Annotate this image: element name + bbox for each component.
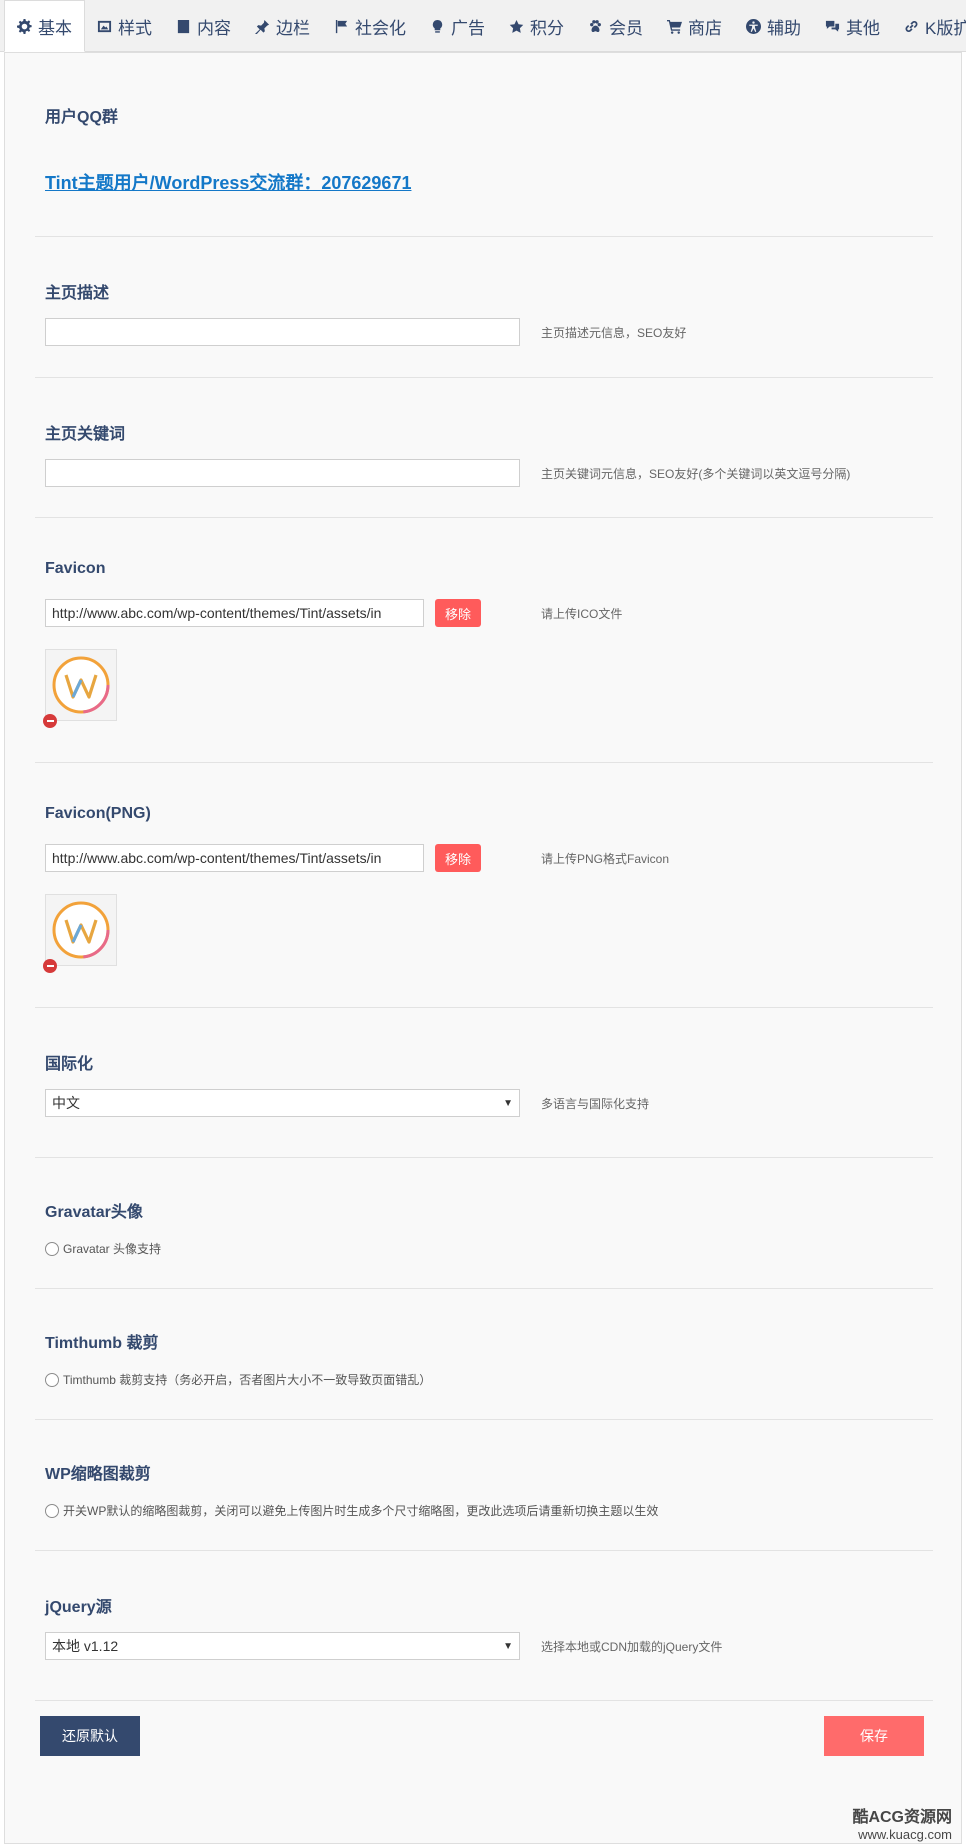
chat-icon (825, 20, 840, 32)
tab-ads[interactable]: 广告 (418, 0, 497, 52)
tab-content[interactable]: 内容 (164, 0, 243, 52)
help-text: 请上传ICO文件 (541, 607, 623, 621)
section-favicon-png: Favicon(PNG) 移除 请上传PNG格式Favicon (35, 763, 933, 1008)
tab-label: 样式 (118, 18, 152, 38)
wordpress-logo-icon (52, 656, 110, 714)
wp-thumbnail-toggle[interactable]: 开关WP默认的缩略图裁剪，关闭可以避免上传图片时生成多个尺寸缩略图，更改此选项后… (45, 1502, 658, 1519)
section-i18n: 国际化 中文 ▼ 多语言与国际化支持 (35, 1008, 933, 1158)
paw-icon (590, 19, 601, 32)
lightbulb-icon (432, 19, 443, 33)
favicon-png-preview (43, 894, 117, 973)
save-button[interactable]: 保存 (824, 1716, 924, 1756)
dropdown-arrow-icon: ▼ (503, 1097, 513, 1109)
favicon-url-input[interactable] (45, 599, 424, 627)
radio-button[interactable] (45, 1503, 59, 1518)
remove-image-icon[interactable] (43, 959, 57, 973)
tab-label: 积分 (530, 18, 564, 38)
gravatar-toggle[interactable]: Gravatar 头像支持 (45, 1240, 161, 1257)
image-icon (97, 20, 112, 32)
tab-assist[interactable]: 辅助 (734, 0, 813, 52)
link-icon (905, 20, 918, 32)
section-title: 主页描述 (45, 285, 110, 302)
favicon-preview (43, 649, 117, 728)
tab-basic[interactable]: 基本 (4, 0, 85, 52)
tab-label: 辅助 (767, 18, 801, 38)
section-gravatar: Gravatar头像 Gravatar 头像支持 (35, 1158, 933, 1289)
flag-icon (335, 19, 348, 33)
jquery-source-select[interactable]: 本地 v1.12 ▼ (45, 1632, 520, 1660)
tab-bar: 基本 样式 内容 边栏 社会化 广告 积分 会员 商店 辅助 其他 K版扩 (0, 0, 966, 52)
tab-label: 边栏 (276, 18, 310, 38)
tab-label: 其他 (846, 18, 880, 38)
select-value: 中文 (52, 1095, 80, 1111)
tab-k-extension[interactable]: K版扩展 (892, 0, 966, 52)
language-select[interactable]: 中文 ▼ (45, 1089, 520, 1117)
section-title: Gravatar头像 (45, 1204, 143, 1221)
gear-icon (17, 18, 32, 34)
tab-label: 广告 (451, 18, 485, 38)
home-description-input[interactable] (45, 318, 520, 346)
section-favicon: Favicon 移除 请上传ICO文件 (35, 518, 933, 763)
help-text: 主页描述元信息，SEO友好 (541, 326, 687, 340)
section-title: Favicon (45, 560, 106, 577)
radio-button[interactable] (45, 1372, 59, 1387)
dropdown-arrow-icon: ▼ (503, 1640, 513, 1652)
star-icon (509, 19, 524, 33)
timthumb-toggle[interactable]: Timthumb 裁剪支持（务必开启，否者图片大小不一致导致页面错乱） (45, 1371, 431, 1388)
tab-members[interactable]: 会员 (576, 0, 655, 52)
option-label: Gravatar 头像支持 (63, 1242, 162, 1256)
remove-image-icon[interactable] (43, 714, 57, 728)
section-title: Favicon(PNG) (45, 805, 151, 822)
favicon-png-remove-button[interactable]: 移除 (435, 844, 481, 872)
section-qq-group: 用户QQ群 Tint主题用户/WordPress交流群：207629671 (35, 53, 933, 237)
cart-icon (667, 19, 682, 34)
section-title: WP缩略图裁剪 (45, 1466, 151, 1483)
qq-group-link[interactable]: Tint主题用户/WordPress交流群：207629671 (45, 169, 411, 195)
section-title: 主页关键词 (45, 426, 126, 443)
tab-label: 会员 (609, 18, 643, 38)
reset-defaults-button[interactable]: 还原默认 (40, 1716, 140, 1756)
option-label: 开关WP默认的缩略图裁剪，关闭可以避免上传图片时生成多个尺寸缩略图，更改此选项后… (63, 1504, 659, 1518)
tab-points[interactable]: 积分 (497, 0, 576, 52)
accessibility-icon (746, 18, 761, 34)
watermark-url: www.kuacg.com (858, 1827, 952, 1842)
tab-label: 商店 (688, 18, 722, 38)
pin-icon (255, 19, 270, 34)
section-home-description: 主页描述 主页描述元信息，SEO友好 (35, 237, 933, 378)
watermark-title: 酷ACG资源网 (852, 1809, 952, 1826)
help-text: 选择本地或CDN加载的jQuery文件 (541, 1640, 723, 1654)
help-text: 多语言与国际化支持 (541, 1097, 650, 1111)
help-text: 主页关键词元信息，SEO友好(多个关键词以英文逗号分隔) (541, 467, 851, 481)
wordpress-logo-icon (52, 901, 110, 959)
tab-other[interactable]: 其他 (813, 0, 892, 52)
section-timthumb: Timthumb 裁剪 Timthumb 裁剪支持（务必开启，否者图片大小不一致… (35, 1289, 933, 1420)
section-title: 用户QQ群 (45, 109, 118, 126)
favicon-remove-button[interactable]: 移除 (435, 599, 481, 627)
tab-label: K版扩展 (925, 18, 966, 38)
home-keywords-input[interactable] (45, 459, 520, 487)
site-watermark: 酷ACG资源网 www.kuacg.com (852, 1803, 952, 1842)
help-text: 请上传PNG格式Favicon (541, 852, 670, 866)
section-wp-thumbnail: WP缩略图裁剪 开关WP默认的缩略图裁剪，关闭可以避免上传图片时生成多个尺寸缩略… (35, 1420, 933, 1551)
settings-panel: 用户QQ群 Tint主题用户/WordPress交流群：207629671 主页… (4, 52, 962, 1844)
tab-social[interactable]: 社会化 (322, 0, 418, 52)
section-jquery: jQuery源 本地 v1.12 ▼ 选择本地或CDN加载的jQuery文件 (35, 1551, 933, 1701)
document-icon (177, 19, 190, 33)
section-title: jQuery源 (45, 1599, 112, 1616)
tab-style[interactable]: 样式 (85, 0, 164, 52)
tab-label: 基本 (38, 18, 72, 38)
tab-label: 社会化 (355, 18, 406, 38)
radio-button[interactable] (45, 1241, 59, 1256)
tab-shop[interactable]: 商店 (655, 0, 734, 52)
tab-label: 内容 (197, 18, 231, 38)
select-value: 本地 v1.12 (52, 1638, 119, 1654)
section-title: Timthumb 裁剪 (45, 1335, 159, 1352)
option-label: Timthumb 裁剪支持（务必开启，否者图片大小不一致导致页面错乱） (63, 1373, 432, 1387)
tab-sidebar[interactable]: 边栏 (243, 0, 322, 52)
section-home-keywords: 主页关键词 主页关键词元信息，SEO友好(多个关键词以英文逗号分隔) (35, 378, 933, 518)
favicon-png-url-input[interactable] (45, 844, 424, 872)
section-title: 国际化 (45, 1056, 94, 1073)
